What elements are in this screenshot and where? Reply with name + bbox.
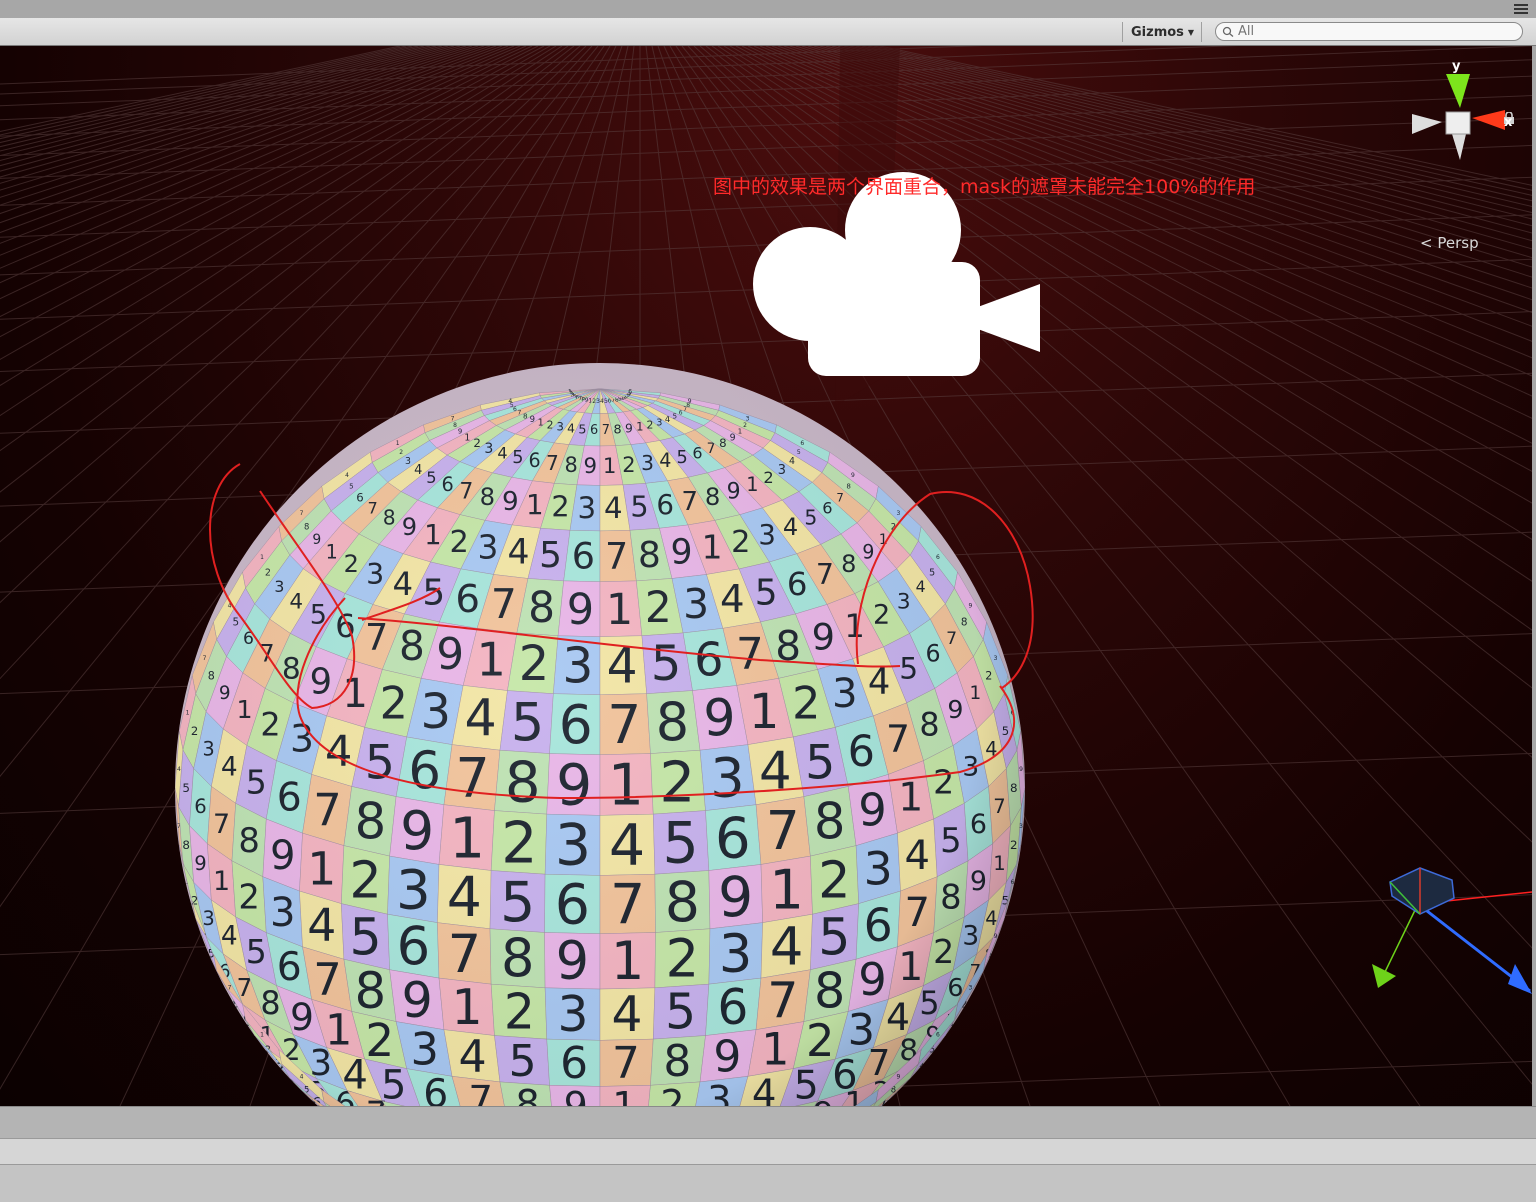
- projection-label: Persp: [1437, 234, 1479, 252]
- panel-menu-icon[interactable]: [1514, 4, 1528, 14]
- scene-view-window: Gizmos ▼ All 图中的效果是两个界面重合，mask的遮罩未能完全100…: [0, 0, 1536, 1202]
- scene-toolbar: Gizmos ▼: [0, 18, 1536, 46]
- window-right-edge: [1532, 46, 1536, 1106]
- scene-grid: 1234567891234567891234564567891234567891…: [0, 46, 1532, 1106]
- annotation-note: 图中的效果是两个界面重合，mask的遮罩未能完全100%的作用: [713, 176, 1256, 198]
- search-input[interactable]: [1236, 24, 1508, 39]
- textured-sphere[interactable]: 1234567891234567891234564567891234567891…: [175, 363, 1025, 1106]
- gizmos-dropdown[interactable]: Gizmos ▼: [1122, 22, 1202, 42]
- panel-tab-strip[interactable]: [0, 1138, 1536, 1164]
- gizmo-labels: y x: [1452, 59, 1513, 130]
- panel-body: [0, 1164, 1536, 1202]
- panel-divider: [0, 1106, 1536, 1138]
- chevron-left-icon: <: [1420, 234, 1433, 252]
- axis-x-label: x: [1504, 115, 1513, 130]
- projection-toggle[interactable]: < Persp: [1420, 234, 1479, 252]
- search-field[interactable]: [1215, 22, 1523, 41]
- axis-gizmo: [1372, 867, 1532, 994]
- search-icon: [1222, 26, 1234, 37]
- chevron-down-icon: ▼: [1187, 27, 1195, 37]
- camera-icon[interactable]: [753, 172, 1040, 376]
- axis-y-label: y: [1452, 59, 1461, 74]
- scene-viewport[interactable]: 1234567891234567891234564567891234567891…: [0, 46, 1532, 1106]
- gizmos-label: Gizmos: [1131, 24, 1184, 40]
- window-title-strip: [0, 0, 1536, 18]
